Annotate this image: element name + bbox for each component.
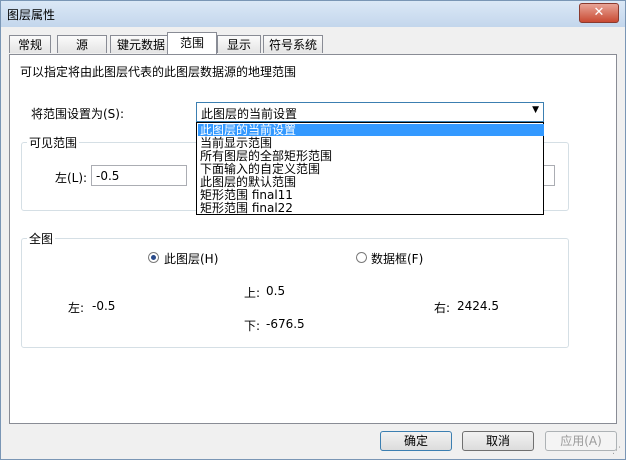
chevron-down-icon: ▼ <box>532 105 539 115</box>
extent-select[interactable]: 此图层的当前设置 ▼ <box>196 102 544 122</box>
resize-grip-icon[interactable]: ⋰ <box>612 446 622 456</box>
extent-select-value: 此图层的当前设置 <box>201 107 298 121</box>
tab-general[interactable]: 常规 <box>9 35 51 53</box>
full-bottom-value: -676.5 <box>266 317 305 331</box>
full-extent-title: 全图 <box>27 230 56 247</box>
tab-extent[interactable]: 范围 <box>167 32 217 54</box>
layer-properties-dialog: 图层属性 ✕ 常规 源 键元数据 范围 显示 符号系统 可以指定将由此图层代表的… <box>0 0 626 460</box>
visible-right-input[interactable] <box>543 165 555 186</box>
radio-data-frame-label[interactable]: 数据框(F) <box>371 250 423 267</box>
full-bottom-label: 下: <box>244 319 261 333</box>
dropdown-option[interactable]: 矩形范围 final22 <box>198 202 544 214</box>
dropdown-option[interactable]: 当前显示范围 <box>198 137 544 149</box>
full-left-value: -0.5 <box>92 299 116 313</box>
tab-display[interactable]: 显示 <box>217 35 261 53</box>
close-button[interactable]: ✕ <box>579 3 619 23</box>
full-top-label: 上: <box>244 286 261 300</box>
ok-button[interactable]: 确定 <box>380 431 452 451</box>
dropdown-option[interactable]: 下面输入的自定义范围 <box>198 163 544 175</box>
full-right-value: 2424.5 <box>457 299 499 313</box>
extent-label: 将范围设置为(S): <box>31 107 125 121</box>
extent-dropdown-list: 此图层的当前设置 当前显示范围 所有图层的全部矩形范围 下面输入的自定义范围 此… <box>196 122 544 215</box>
visible-left-label: 左(L): <box>55 171 88 185</box>
full-extent-group <box>21 238 569 348</box>
tab-source[interactable]: 源 <box>57 35 107 53</box>
dropdown-option[interactable]: 此图层的默认范围 <box>198 176 544 188</box>
full-right-label: 右: <box>434 301 451 315</box>
tab-metadata[interactable]: 键元数据 <box>110 35 172 53</box>
tab-symbology[interactable]: 符号系统 <box>263 35 323 53</box>
visible-left-input[interactable]: -0.5 <box>91 165 187 186</box>
full-left-label: 左: <box>68 301 85 315</box>
visible-left-value: -0.5 <box>96 169 120 183</box>
cancel-button[interactable]: 取消 <box>462 431 534 451</box>
apply-button[interactable]: 应用(A) <box>545 431 617 451</box>
dropdown-option[interactable]: 所有图层的全部矩形范围 <box>198 150 544 162</box>
radio-this-layer[interactable] <box>148 252 159 263</box>
dropdown-option[interactable]: 矩形范围 final11 <box>198 189 544 201</box>
window-title: 图层属性 <box>7 8 56 22</box>
radio-this-layer-label[interactable]: 此图层(H) <box>164 250 218 267</box>
dropdown-option[interactable]: 此图层的当前设置 <box>198 124 544 136</box>
full-top-value: 0.5 <box>266 284 286 298</box>
description-text: 可以指定将由此图层代表的此图层数据源的地理范围 <box>20 65 297 79</box>
title-bar: 图层属性 ✕ <box>1 1 625 27</box>
radio-data-frame[interactable] <box>356 252 367 263</box>
visible-extent-title: 可见范围 <box>27 134 80 151</box>
